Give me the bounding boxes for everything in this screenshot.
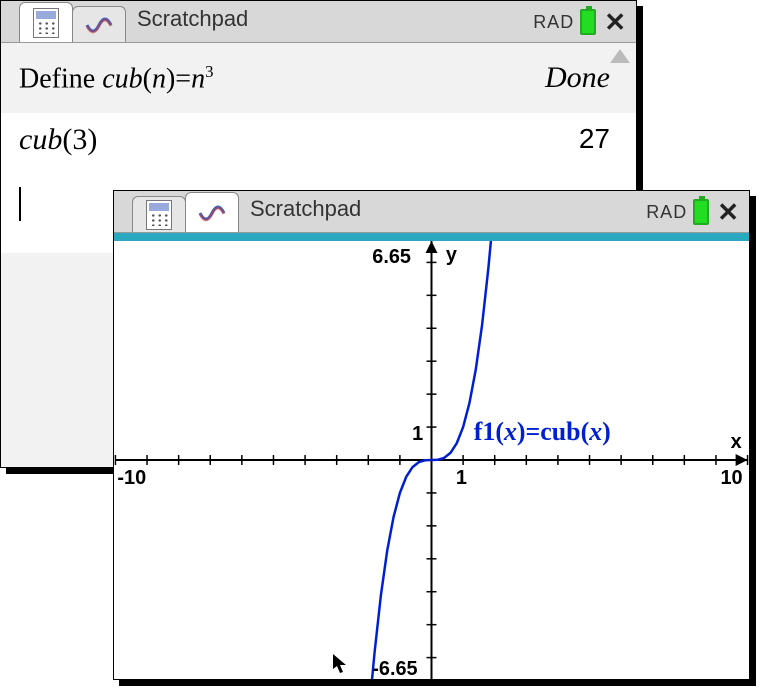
history-input: cub(3): [19, 123, 97, 157]
window-title: Scratchpad: [250, 196, 361, 228]
battery-icon: [693, 199, 709, 225]
y-max-label: 6.65: [372, 246, 411, 268]
mouse-cursor-icon: [332, 653, 350, 675]
history-row[interactable]: cub(3) 27: [1, 113, 636, 173]
close-button[interactable]: ✕: [602, 9, 628, 35]
close-button[interactable]: ✕: [715, 199, 741, 225]
tab-calculator[interactable]: [19, 2, 73, 42]
calculator-icon: [33, 8, 59, 38]
tab-strip: [19, 2, 125, 42]
x-min-label: -10: [117, 467, 146, 489]
history-result: Done: [545, 61, 610, 95]
window-title: Scratchpad: [137, 6, 248, 38]
function-label[interactable]: f1(x)=cub(x): [474, 417, 611, 446]
tab-graph[interactable]: [72, 6, 126, 42]
text-cursor-icon: [19, 187, 21, 221]
calculator-icon: [146, 200, 172, 230]
titlebar: Scratchpad RAD ✕: [1, 1, 636, 43]
angle-mode: RAD: [533, 12, 574, 33]
graph-icon: [85, 11, 113, 39]
tab-calculator[interactable]: [132, 196, 186, 232]
x-max-label: 10: [720, 467, 742, 489]
graph-window: Scratchpad RAD ✕ 6.65 -6.65 1 -10 10 1 y: [113, 190, 750, 680]
history-result: 27: [579, 123, 610, 157]
tab-strip: [132, 192, 238, 232]
y-min-label: -6.65: [372, 658, 417, 679]
y-tick-label: 1: [412, 423, 423, 445]
x-axis-label: x: [731, 431, 742, 453]
y-axis-label: y: [446, 244, 457, 266]
history-row[interactable]: Define cub(n)=n3 Done: [19, 61, 610, 95]
graph-canvas[interactable]: 6.65 -6.65 1 -10 10 1 y x f1(x)=cub(x): [114, 241, 749, 679]
x-tick-label: 1: [456, 467, 467, 489]
history-input: Define cub(n)=n3: [19, 62, 213, 95]
tab-graph[interactable]: [185, 192, 239, 232]
titlebar: Scratchpad RAD ✕: [114, 191, 749, 233]
plot-svg: 6.65 -6.65 1 -10 10 1 y x f1(x)=cub(x): [114, 241, 749, 679]
graph-icon: [198, 199, 226, 227]
accent-bar: [114, 233, 749, 241]
angle-mode: RAD: [646, 202, 687, 223]
graph-content: 6.65 -6.65 1 -10 10 1 y x f1(x)=cub(x): [114, 233, 749, 679]
scroll-up-icon[interactable]: [610, 49, 630, 63]
battery-icon: [580, 9, 596, 35]
